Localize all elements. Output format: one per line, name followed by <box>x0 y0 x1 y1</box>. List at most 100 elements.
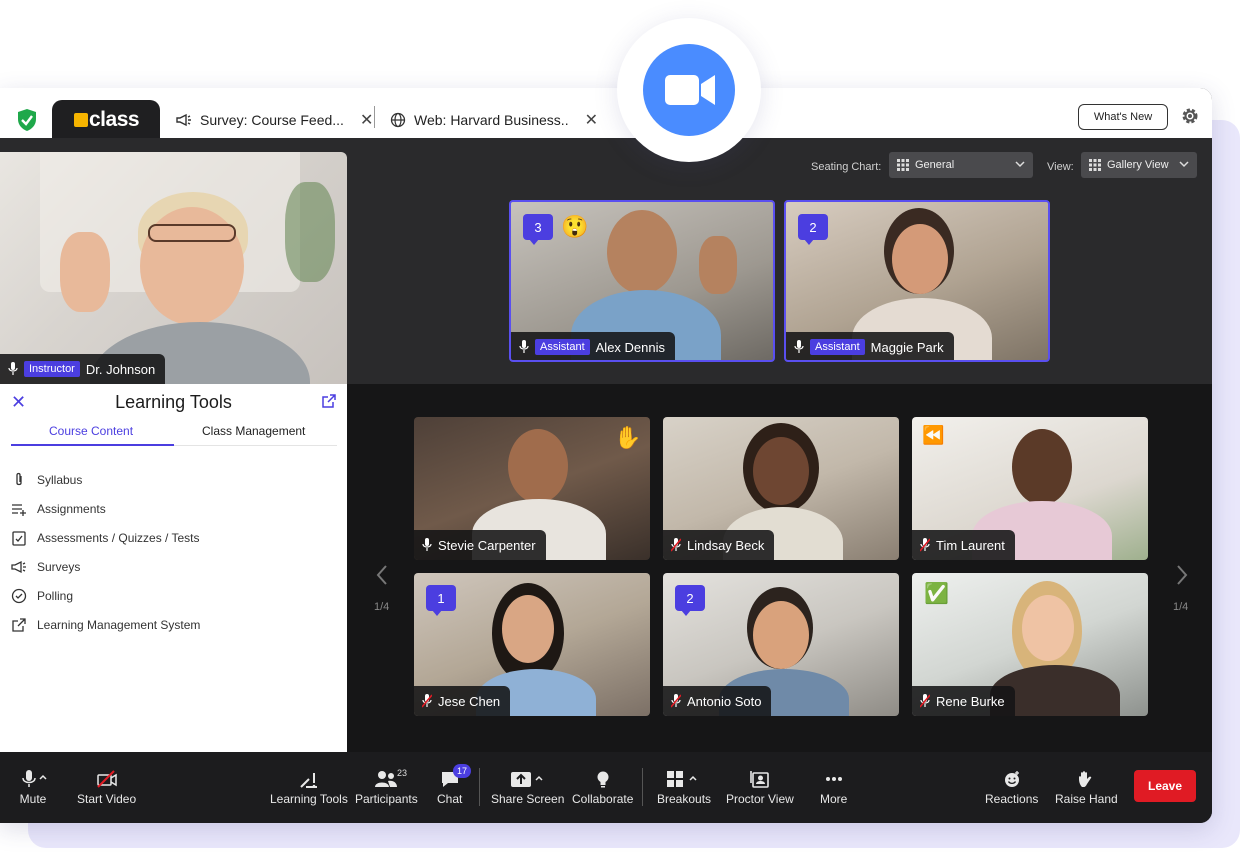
student-nametag: Antonio Soto <box>663 686 772 716</box>
rewind-emoji-icon: ⏪ <box>922 425 945 445</box>
tab-web[interactable]: Web: Harvard Business.. ✕ <box>390 110 598 130</box>
tab-survey-label: Survey: Course Feed... <box>200 112 344 128</box>
toolbar-label: Proctor View <box>726 792 794 806</box>
participant-name: Maggie Park <box>870 339 944 355</box>
tab-web-label: Web: Harvard Business.. <box>414 112 569 128</box>
chat-badge: 1 <box>426 585 456 616</box>
clipboard-check-icon <box>12 531 26 546</box>
video-camera-icon <box>665 75 715 105</box>
seating-chart-dropdown[interactable]: General <box>889 152 1033 178</box>
student-nametag: Rene Burke <box>912 686 1015 716</box>
toolbar-label: Mute <box>19 792 47 806</box>
meeting-toolbar: Mute Start Video Learning Tools Particip… <box>0 752 1212 823</box>
chevron-left-icon[interactable] <box>375 564 389 586</box>
tool-item-assignments[interactable]: Assignments <box>11 501 106 517</box>
chat-badge: 3 <box>523 214 553 245</box>
check-emoji-icon: ✅ <box>924 583 949 605</box>
shield-icon <box>18 109 36 131</box>
tool-item-polling[interactable]: Polling <box>11 588 73 604</box>
external-link-icon <box>12 618 26 632</box>
whats-new-button[interactable]: What's New <box>1078 104 1168 130</box>
more-button[interactable]: More <box>820 770 847 806</box>
lightbulb-icon <box>597 771 609 788</box>
chevron-right-icon[interactable] <box>1175 564 1189 586</box>
chevron-down-icon <box>1015 161 1025 168</box>
surprised-emoji-icon: 😲 <box>561 214 589 239</box>
participants-count: 23 <box>397 768 408 778</box>
participant-name: Antonio Soto <box>687 693 762 709</box>
tab-survey[interactable]: Survey: Course Feed... ✕ <box>176 110 373 130</box>
microphone-icon <box>8 362 18 375</box>
leave-button[interactable]: Leave <box>1134 770 1196 802</box>
tab-class-management[interactable]: Class Management <box>202 424 305 438</box>
student-nametag: Jese Chen <box>414 686 511 716</box>
gear-icon[interactable] <box>1180 106 1200 126</box>
student-gallery: 1/4 1/4 ✋ Stevie Carpenter Lindsay Beck <box>347 384 1212 752</box>
tool-item-label: Surveys <box>37 560 81 574</box>
student-tile-antonio[interactable]: 2 Antonio Soto <box>663 573 899 716</box>
assistant-tile-alex[interactable]: 3 😲 Assistant Alex Dennis <box>509 200 775 362</box>
reactions-button[interactable]: Reactions <box>985 770 1038 806</box>
toolbar-label: Raise Hand <box>1055 792 1118 806</box>
muted-microphone-icon <box>422 694 432 708</box>
toolbar-label: Learning Tools <box>270 792 348 806</box>
tool-item-syllabus[interactable]: Syllabus <box>11 472 82 488</box>
learning-tools-panel: ✕ Learning Tools Course Content Class Ma… <box>0 384 347 752</box>
popout-icon[interactable] <box>322 394 336 408</box>
app-window: class Survey: Course Feed... ✕ Web: Harv… <box>0 88 1212 823</box>
toolbar-separator <box>642 768 643 806</box>
muted-microphone-icon <box>920 694 930 708</box>
microphone-icon <box>794 340 804 353</box>
close-icon[interactable]: ✕ <box>585 110 598 130</box>
student-tile-stevie[interactable]: ✋ Stevie Carpenter <box>414 417 650 560</box>
page-indicator-left: 1/4 <box>374 601 390 613</box>
tab-class[interactable]: class <box>52 100 160 138</box>
participant-name: Stevie Carpenter <box>438 537 536 553</box>
muted-microphone-icon <box>671 694 681 708</box>
student-tile-rene[interactable]: ✅ Rene Burke <box>912 573 1148 716</box>
tab-course-content[interactable]: Course Content <box>49 424 133 438</box>
student-nametag: Lindsay Beck <box>663 530 775 560</box>
learning-tools-icon <box>300 773 317 788</box>
class-logo: class <box>74 108 140 132</box>
participants-icon <box>375 771 398 787</box>
breakouts-button[interactable]: Breakouts <box>657 770 711 806</box>
toolbar-label: Collaborate <box>572 792 634 806</box>
participants-button[interactable]: Participants <box>355 770 418 806</box>
participant-name: Lindsay Beck <box>687 537 765 553</box>
proctor-view-button[interactable]: Proctor View <box>726 770 794 806</box>
raise-hand-button[interactable]: Raise Hand <box>1055 770 1118 806</box>
collaborate-button[interactable]: Collaborate <box>572 770 633 806</box>
toolbar-label: More <box>820 792 848 806</box>
tool-item-assessments[interactable]: Assessments / Quizzes / Tests <box>11 530 200 546</box>
learning-tools-button[interactable]: Learning Tools <box>270 770 348 806</box>
role-badge: Assistant <box>810 339 865 355</box>
start-video-button[interactable]: Start Video <box>77 770 136 806</box>
role-badge: Instructor <box>24 361 80 377</box>
assistant-tile-maggie[interactable]: 2 Assistant Maggie Park <box>784 200 1050 362</box>
instructor-nametag: Instructor Dr. Johnson <box>0 354 166 384</box>
muted-microphone-icon <box>920 538 930 552</box>
student-tile-lindsay[interactable]: Lindsay Beck <box>663 417 899 560</box>
toolbar-label: Breakouts <box>657 792 712 806</box>
tool-item-surveys[interactable]: Surveys <box>11 559 80 575</box>
megaphone-icon <box>176 113 191 127</box>
grid-icon <box>897 159 909 171</box>
microphone-icon <box>422 538 432 551</box>
seating-chart-value: General <box>915 159 955 171</box>
microphone-icon <box>22 770 47 787</box>
student-tile-jese[interactable]: 1 Jese Chen <box>414 573 650 716</box>
tool-item-lms[interactable]: Learning Management System <box>11 617 200 633</box>
tool-item-label: Polling <box>37 589 74 603</box>
student-tile-tim[interactable]: ⏪ Tim Laurent <box>912 417 1148 560</box>
participant-name: Rene Burke <box>936 693 1005 709</box>
tool-item-label: Syllabus <box>37 473 83 487</box>
proctor-icon <box>750 771 769 788</box>
share-screen-button[interactable]: Share Screen <box>491 770 564 806</box>
instructor-video[interactable]: Instructor Dr. Johnson <box>0 152 347 384</box>
view-dropdown[interactable]: Gallery View <box>1081 152 1197 178</box>
smiley-icon <box>1004 771 1019 787</box>
hand-icon <box>1079 771 1092 787</box>
mute-button[interactable]: Mute <box>18 770 48 806</box>
close-icon[interactable]: ✕ <box>360 110 373 130</box>
